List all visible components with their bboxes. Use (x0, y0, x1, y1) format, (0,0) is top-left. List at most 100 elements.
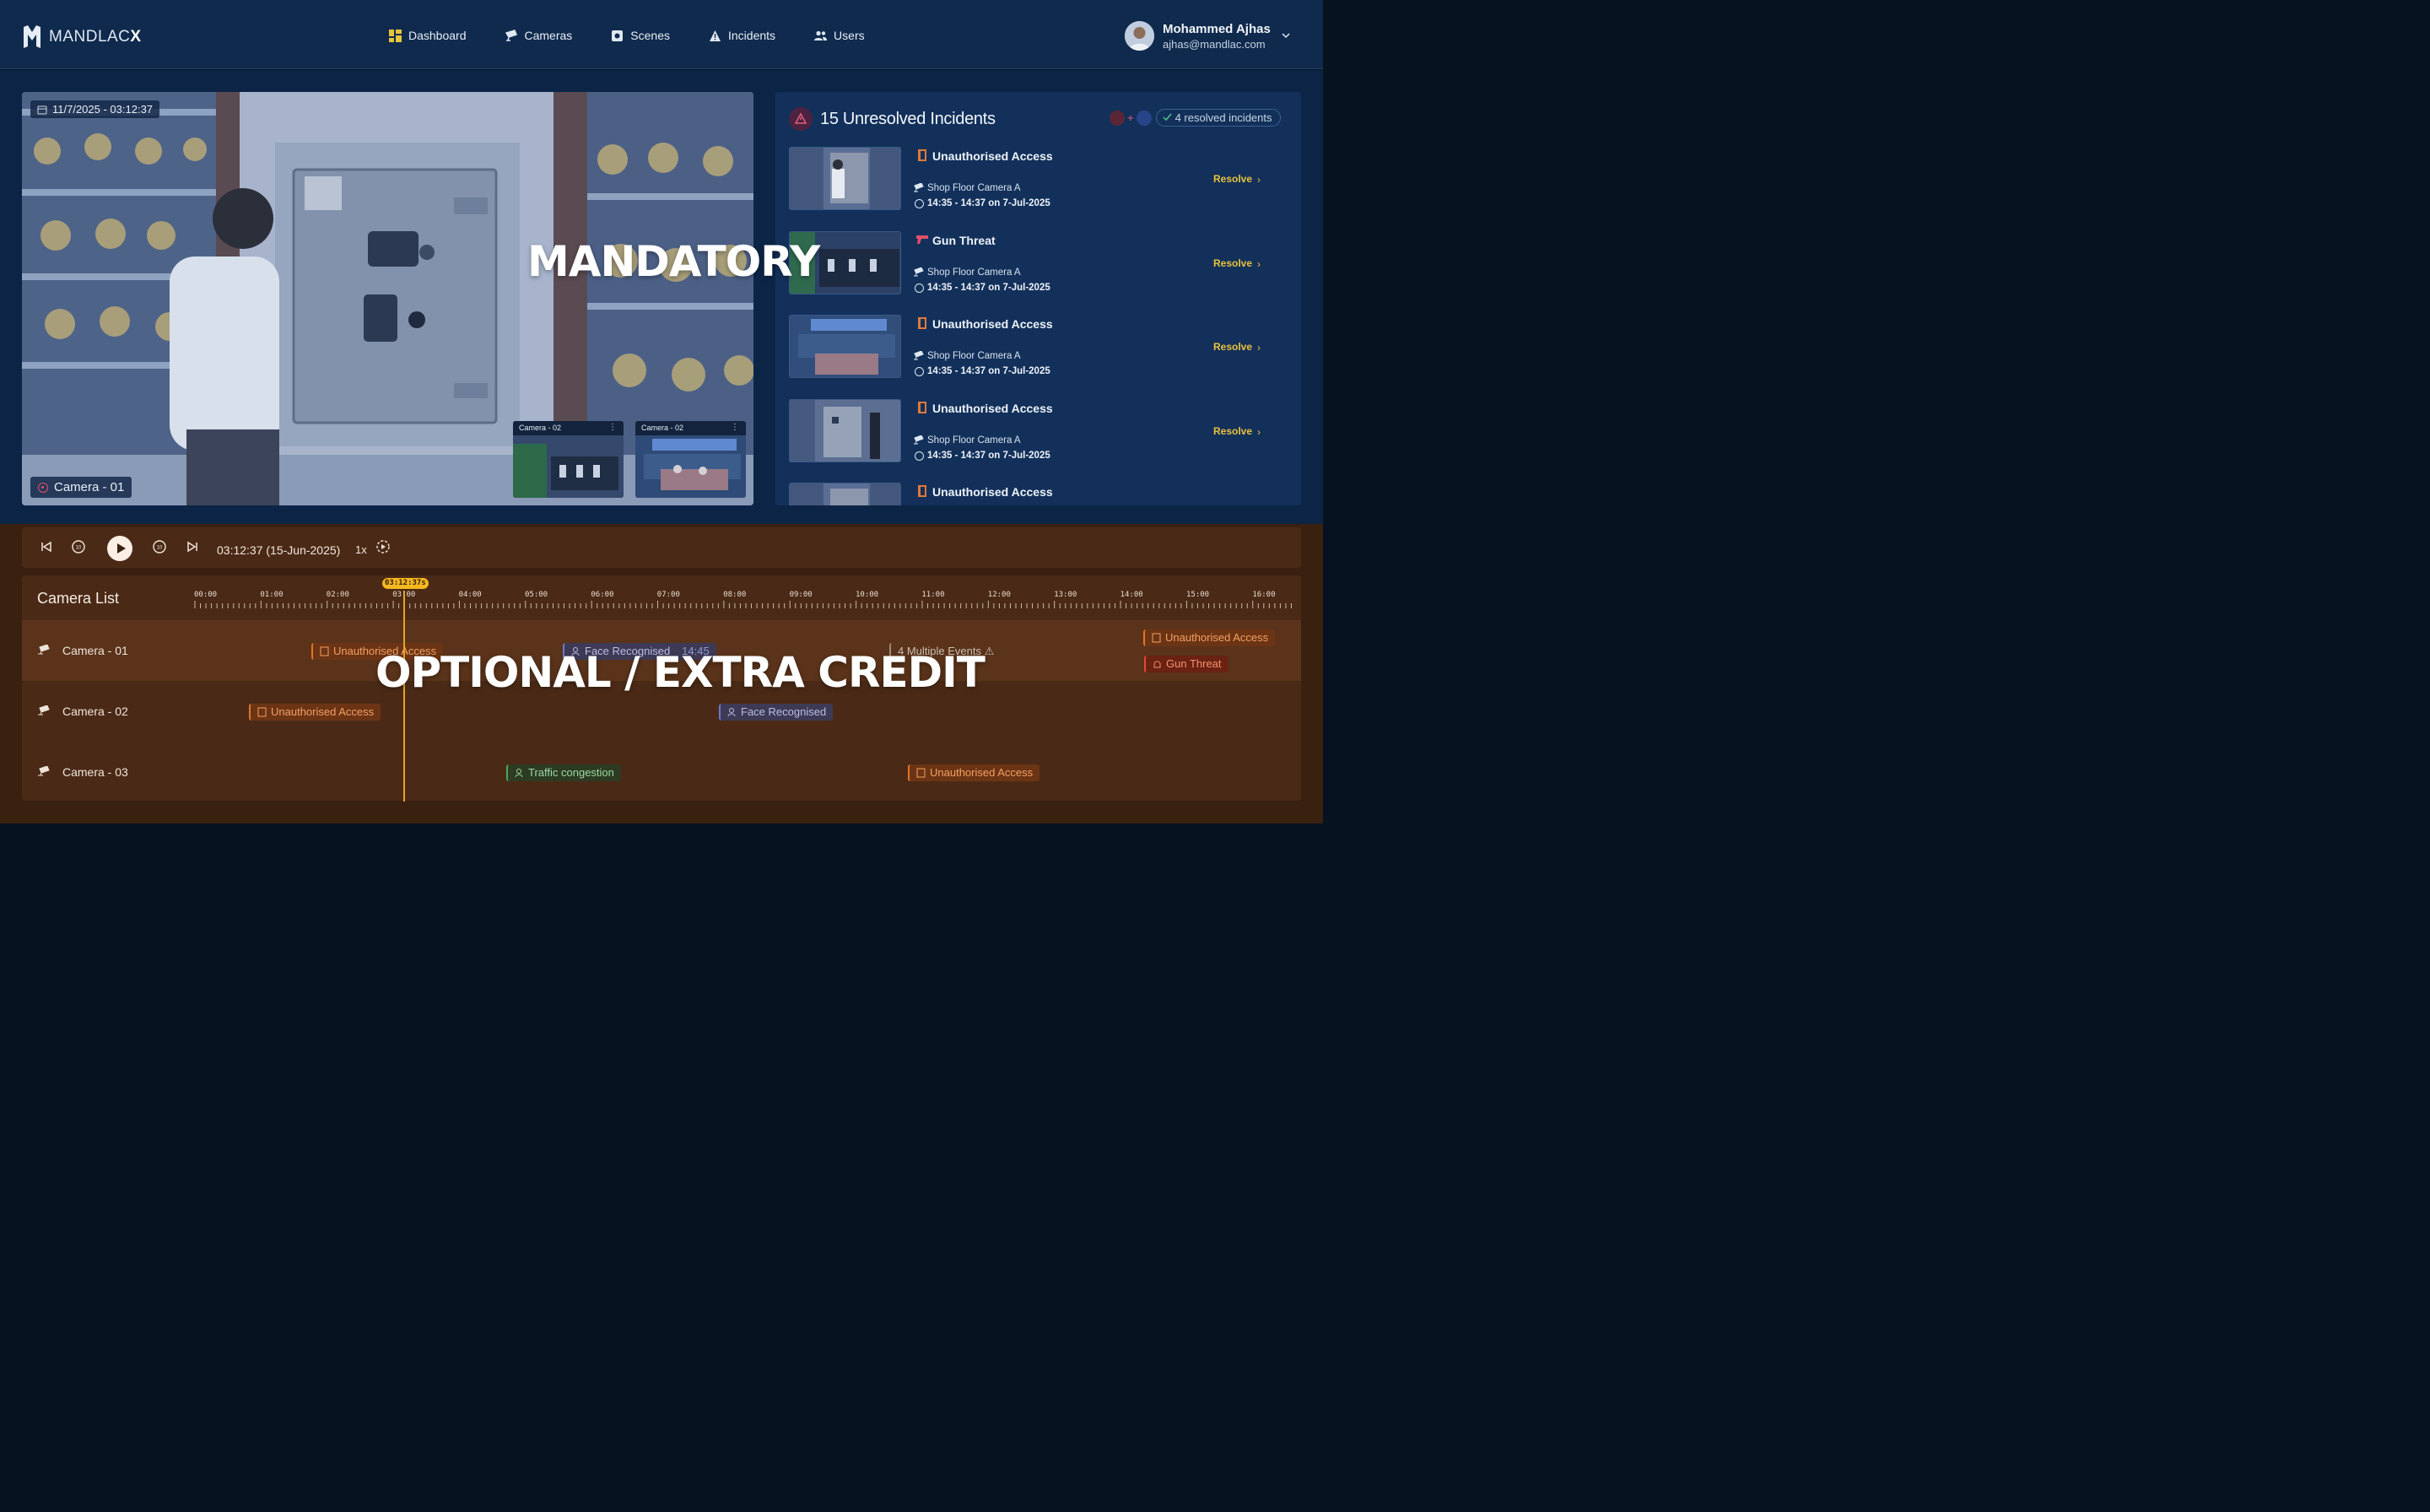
camera-icon (914, 351, 924, 360)
event-label: Face Recognised (741, 705, 827, 718)
hour-tick-label: 02:00 (327, 591, 349, 599)
incident-item[interactable]: Unauthorised Access Shop Floor Camera A … (789, 398, 1291, 483)
event-label: Unauthorised Access (1165, 631, 1269, 644)
incident-item[interactable]: Unauthorised Access (789, 483, 1291, 505)
more-options-icon[interactable]: ⋮ (608, 423, 617, 432)
incident-item[interactable]: Unauthorised Access Shop Floor Camera A … (789, 315, 1291, 399)
resolve-button[interactable]: Resolve (1213, 257, 1252, 269)
event-chip[interactable]: Unauthorised Access (249, 704, 381, 721)
incident-time: 14:35 - 14:37 on 7-Jul-2025 (927, 366, 1050, 376)
incident-thumbnail[interactable] (789, 398, 901, 462)
nav-users-label: Users (834, 29, 865, 42)
incident-type: Unauthorised Access (932, 317, 1053, 331)
incident-type: Unauthorised Access (932, 149, 1053, 163)
event-chip[interactable]: Face Recognised (719, 704, 834, 721)
logo-mark-icon (24, 25, 40, 48)
camera-row-label: Camera - 02 (62, 705, 128, 718)
event-chip[interactable]: Unauthorised Access (908, 764, 1040, 781)
thumbnail-image (513, 435, 624, 498)
people-icon (515, 769, 523, 778)
hour-tick-label: 07:00 (657, 591, 680, 599)
nav-cameras-label: Cameras (524, 29, 573, 42)
event-label: Gun Threat (1166, 657, 1222, 670)
event-chip[interactable]: Unauthorised Access (1143, 629, 1276, 646)
thumbnail-label: Camera - 02 (641, 424, 684, 432)
alert-icon (789, 107, 813, 131)
door-icon (918, 401, 926, 413)
incident-type: Gun Threat (932, 233, 996, 247)
thumbnail-header: Camera - 02 ⋮ (635, 421, 746, 435)
resolve-button[interactable]: Resolve (1213, 173, 1252, 185)
incidents-title: 15 Unresolved Incidents (820, 109, 996, 128)
camera-icon (914, 435, 924, 444)
camera-thumbnail[interactable]: Camera - 02 ⋮ (635, 421, 746, 498)
hour-tick-label: 10:00 (856, 591, 878, 599)
speed-icon[interactable] (375, 539, 391, 554)
hour-tick-label: 05:00 (525, 591, 548, 599)
nav-incidents-label: Incidents (728, 29, 776, 42)
incident-time: 14:35 - 14:37 on 7-Jul-2025 (927, 282, 1050, 293)
forward-10-icon[interactable]: 10 (152, 539, 167, 554)
event-chip[interactable]: Traffic congestion (506, 764, 621, 781)
main-video-feed[interactable]: 11/7/2025 - 03:12:37 Camera - 01 Camera … (22, 92, 753, 505)
nav-scenes-label: Scenes (630, 29, 670, 42)
camera-icon (38, 705, 50, 716)
camera-row: Camera - 03 Traffic congestion Unauthori… (22, 742, 1301, 801)
nav-dashboard[interactable]: Dashboard (389, 29, 467, 42)
rewind-10-icon[interactable]: 10 (71, 539, 86, 554)
door-icon (918, 149, 926, 161)
incident-item[interactable]: Gun Threat Shop Floor Camera A 14:35 - 1… (789, 230, 1291, 316)
incident-item[interactable]: Unauthorised Access Shop Floor Camera A … (789, 147, 1291, 231)
speed-selector[interactable]: 1x (355, 543, 367, 556)
clock-icon (915, 367, 924, 376)
user-email: ajhas@mandlac.com (1163, 37, 1266, 51)
door-icon (918, 317, 926, 329)
face-icon (727, 708, 736, 717)
mandatory-overlay-label: MANDATORY (527, 237, 820, 286)
video-camera-label: Camera - 01 (30, 477, 132, 498)
incident-camera: Shop Floor Camera A (927, 435, 1021, 446)
play-button[interactable] (107, 536, 132, 561)
incident-thumbnail[interactable] (789, 483, 901, 505)
avatar (1125, 21, 1154, 51)
nav-users[interactable]: Users (814, 29, 865, 42)
chevron-right-icon[interactable]: › (1257, 342, 1261, 354)
incident-camera: Shop Floor Camera A (927, 351, 1021, 361)
camera-icon (38, 645, 50, 655)
event-label: Traffic congestion (528, 766, 614, 779)
chevron-right-icon[interactable]: › (1257, 258, 1261, 270)
incident-time: 14:35 - 14:37 on 7-Jul-2025 (927, 450, 1050, 461)
hour-tick-label: 06:00 (591, 591, 613, 599)
hour-tick-label: 09:00 (790, 591, 813, 599)
incident-camera: Shop Floor Camera A (927, 183, 1021, 193)
gun-icon (916, 235, 928, 244)
user-filter-icon[interactable] (1136, 110, 1152, 126)
skip-forward-icon[interactable] (185, 539, 200, 554)
camera-thumbnail[interactable]: Camera - 02 ⋮ (513, 421, 624, 498)
user-menu[interactable]: Mohammed Ajhas ajhas@mandlac.com (1125, 21, 1290, 51)
nav-scenes[interactable]: Scenes (611, 29, 670, 42)
time-ruler[interactable]: 00:0001:0002:0003:0004:0005:0006:0007:00… (194, 588, 1296, 613)
warning-icon (710, 30, 721, 41)
incident-thumbnail[interactable] (789, 315, 901, 378)
resolve-button[interactable]: Resolve (1213, 341, 1252, 353)
resolve-button[interactable]: Resolve (1213, 425, 1252, 437)
svg-text:10: 10 (76, 546, 82, 551)
camera-row-label: Camera - 01 (62, 644, 128, 657)
chevron-down-icon[interactable] (1282, 31, 1290, 40)
video-timestamp-text: 11/7/2025 - 03:12:37 (52, 103, 154, 116)
incident-thumbnail[interactable] (789, 147, 901, 210)
more-options-icon[interactable]: ⋮ (731, 423, 739, 432)
chevron-right-icon[interactable]: › (1257, 426, 1261, 438)
nav-cameras[interactable]: Cameras (505, 29, 573, 42)
brand-logo[interactable]: MANDLACX (22, 24, 142, 50)
door-filter-icon[interactable] (1110, 110, 1125, 126)
nav-incidents[interactable]: Incidents (709, 29, 775, 42)
skip-back-icon[interactable] (39, 539, 54, 554)
resolved-incidents-pill[interactable]: 4 resolved incidents (1155, 109, 1281, 127)
event-label: Unauthorised Access (930, 766, 1034, 779)
incidents-panel: 15 Unresolved Incidents + 4 resolved inc… (775, 92, 1301, 505)
event-chip[interactable]: Gun Threat (1144, 656, 1228, 672)
hour-tick-label: 00:00 (194, 591, 217, 599)
chevron-right-icon[interactable]: › (1257, 174, 1261, 186)
